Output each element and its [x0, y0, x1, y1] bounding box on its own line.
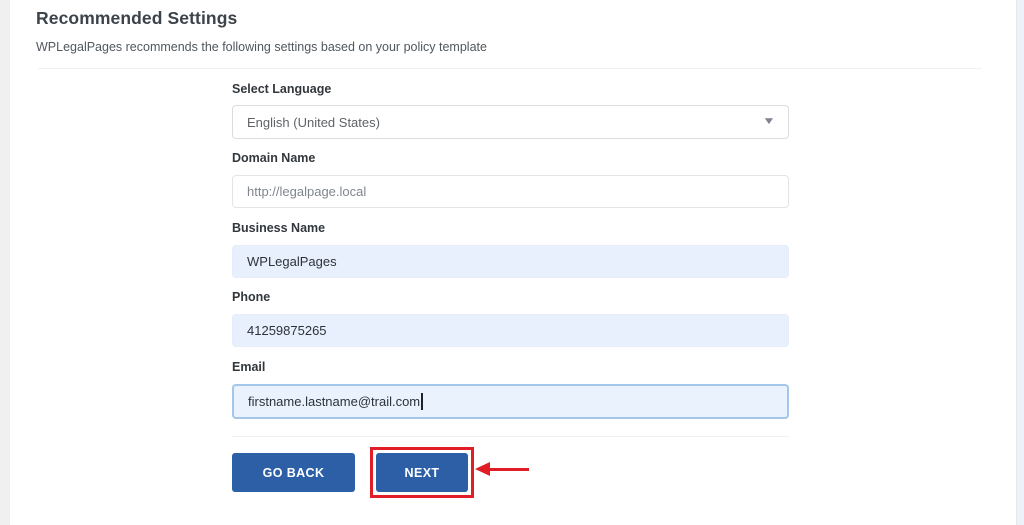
red-arrow-icon — [475, 462, 490, 476]
page-right-edge — [1016, 0, 1024, 525]
red-arrow-shaft — [489, 468, 529, 471]
language-label: Select Language — [232, 82, 331, 96]
text-caret — [421, 393, 423, 410]
header-divider — [38, 68, 982, 69]
buttons-divider — [232, 436, 789, 437]
domain-label: Domain Name — [232, 151, 315, 165]
language-select-value: English (United States) — [247, 115, 380, 130]
phone-label: Phone — [232, 290, 270, 304]
domain-input[interactable] — [232, 175, 789, 208]
phone-input[interactable] — [232, 314, 789, 347]
email-field[interactable]: firstname.lastname@trail.com — [232, 384, 789, 419]
page-left-edge — [0, 0, 10, 525]
chevron-down-icon: ▼ — [762, 117, 776, 127]
business-name-label: Business Name — [232, 221, 325, 235]
next-button[interactable]: NEXT — [376, 453, 468, 492]
email-field-value: firstname.lastname@trail.com — [248, 394, 420, 409]
page-title: Recommended Settings — [36, 8, 237, 29]
go-back-button[interactable]: GO BACK — [232, 453, 355, 492]
language-select[interactable]: English (United States) ▼ — [232, 105, 789, 139]
email-label: Email — [232, 360, 265, 374]
page-subtitle: WPLegalPages recommends the following se… — [36, 40, 487, 54]
business-name-input[interactable] — [232, 245, 789, 278]
